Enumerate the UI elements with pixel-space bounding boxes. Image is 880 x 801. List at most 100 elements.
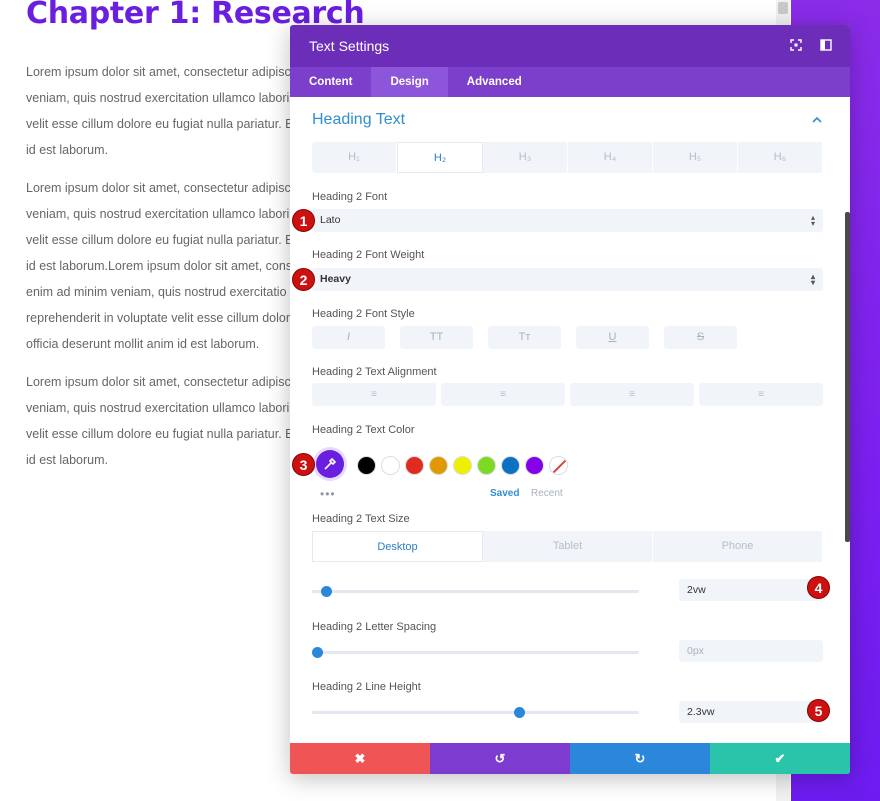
text-color-label: Heading 2 Text Color: [312, 424, 415, 436]
font-weight-select[interactable]: Heavy ▴ ▾: [312, 268, 823, 291]
save-button[interactable]: ✔: [710, 743, 850, 774]
paragraph-line: id est laborum.: [26, 143, 108, 157]
annotation-marker-5: 5: [807, 699, 830, 722]
chevron-up-icon[interactable]: [812, 115, 822, 125]
paragraph-line: velit esse cillum dolore eu fugiat nulla…: [26, 233, 290, 247]
paragraph-line: Lorem ipsum dolor sit amet, consectetur …: [26, 375, 290, 389]
line-height-slider[interactable]: [312, 707, 639, 718]
paragraph-line: veniam, quis nostrud exercitation ullamc…: [26, 91, 290, 105]
text-size-slider[interactable]: [312, 586, 639, 597]
color-swatches: [357, 456, 568, 475]
paragraph-line: officia deserunt mollit anim id est labo…: [26, 337, 260, 351]
page-heading: Chapter 1: Research: [26, 0, 365, 31]
tab-design[interactable]: Design: [371, 67, 448, 97]
align-center-button[interactable]: ≡: [441, 383, 565, 406]
device-tabs: Desktop Tablet Phone: [312, 531, 823, 562]
align-justify-button[interactable]: ≡: [699, 383, 823, 406]
tab-h6[interactable]: H₆: [738, 142, 823, 173]
paragraph-line: velit esse cillum dolore eu fugiat nulla…: [26, 427, 290, 441]
letter-spacing-slider[interactable]: [312, 647, 639, 658]
font-style-label: Heading 2 Font Style: [312, 308, 415, 320]
underline-button[interactable]: U: [576, 326, 649, 349]
align-right-button[interactable]: ≡: [570, 383, 694, 406]
swatch-white[interactable]: [381, 456, 400, 475]
letter-spacing-input[interactable]: 0px: [679, 640, 823, 662]
modal-header[interactable]: Text Settings: [290, 25, 850, 67]
text-alignment-label: Heading 2 Text Alignment: [312, 366, 437, 378]
swatch-none-icon[interactable]: [549, 456, 568, 475]
more-colors-icon[interactable]: •••: [320, 487, 336, 501]
align-left-button[interactable]: ≡: [312, 383, 436, 406]
tab-h5[interactable]: H₅: [653, 142, 738, 173]
paragraph-line: Lorem ipsum dolor sit amet, consectetur …: [26, 181, 290, 195]
section-title[interactable]: Heading Text: [312, 111, 405, 129]
swatch-blue[interactable]: [501, 456, 520, 475]
color-picker-button[interactable]: [316, 450, 344, 478]
text-size-label: Heading 2 Text Size: [312, 513, 410, 525]
modal-tabs: Content Design Advanced: [290, 67, 850, 97]
heading-level-tabs: H₁ H₂ H₃ H₄ H₅ H₆: [312, 142, 823, 173]
page-scrollbar-thumb[interactable]: [778, 2, 788, 14]
letter-spacing-label: Heading 2 Letter Spacing: [312, 621, 437, 633]
paragraph-line: veniam, quis nostrud exercitation ullamc…: [26, 207, 290, 221]
line-height-input[interactable]: 2.3vw: [679, 701, 823, 723]
italic-button[interactable]: I: [312, 326, 385, 349]
text-size-slider-handle[interactable]: [321, 586, 333, 597]
sidebar-toggle-icon[interactable]: [820, 39, 832, 51]
tab-desktop[interactable]: Desktop: [312, 531, 483, 562]
cancel-button[interactable]: ✖: [290, 743, 430, 774]
tab-h3[interactable]: H₃: [483, 142, 568, 173]
tab-advanced[interactable]: Advanced: [448, 67, 541, 97]
select-caret-icon: ▴ ▾: [810, 213, 815, 228]
modal-body: Heading Text H₁ H₂ H₃ H₄ H₅ H₆ Heading 2…: [290, 97, 850, 743]
swatch-red[interactable]: [405, 456, 424, 475]
modal-footer: ✖ ↺ ↻ ✔: [290, 743, 850, 774]
line-height-slider-handle[interactable]: [514, 707, 526, 718]
background-article: Chapter 1: Research Lorem ipsum dolor si…: [26, 0, 365, 473]
article-paragraph-2: Lorem ipsum dolor sit amet, consectetur …: [26, 175, 326, 357]
tab-h1[interactable]: H₁: [312, 142, 397, 173]
undo-button[interactable]: ↺: [430, 743, 570, 774]
font-label: Heading 2 Font: [312, 191, 388, 203]
swatch-orange[interactable]: [429, 456, 448, 475]
tab-h2[interactable]: H₂: [397, 142, 483, 173]
paragraph-line: id est laborum.: [26, 453, 108, 467]
swatch-green[interactable]: [477, 456, 496, 475]
modal-title: Text Settings: [309, 38, 390, 54]
tab-tablet[interactable]: Tablet: [483, 531, 653, 562]
recent-colors-link[interactable]: Recent: [531, 488, 563, 499]
modal-scrollbar[interactable]: [845, 212, 850, 542]
line-height-label: Heading 2 Line Height: [312, 681, 421, 693]
swatch-yellow[interactable]: [453, 456, 472, 475]
select-caret-icon: ▴ ▾: [810, 272, 815, 287]
header-icons: [790, 39, 832, 51]
paragraph-line: Lorem ipsum dolor sit amet, consectetur …: [26, 65, 290, 79]
text-alignment-buttons: ≡ ≡ ≡ ≡: [312, 383, 823, 406]
paragraph-line: reprehenderit in voluptate velit esse ci…: [26, 311, 290, 325]
font-weight-value: Heavy: [320, 273, 351, 285]
font-weight-label: Heading 2 Font Weight: [312, 249, 425, 261]
eyedropper-icon: [324, 457, 337, 470]
capitalize-button[interactable]: Tт: [488, 326, 561, 349]
tab-phone[interactable]: Phone: [653, 531, 823, 562]
annotation-marker-4: 4: [807, 576, 830, 599]
swatch-purple[interactable]: [525, 456, 544, 475]
text-size-input[interactable]: 2vw: [679, 579, 823, 601]
swatch-black[interactable]: [357, 456, 376, 475]
font-select[interactable]: Lato ▴ ▾: [312, 209, 823, 232]
article-paragraph-1: Lorem ipsum dolor sit amet, consectetur …: [26, 59, 326, 163]
redo-button[interactable]: ↻: [570, 743, 710, 774]
strikethrough-button[interactable]: S: [664, 326, 737, 349]
tab-h4[interactable]: H₄: [568, 142, 653, 173]
saved-colors-link[interactable]: Saved: [490, 488, 519, 499]
page: Chapter 1: Research Lorem ipsum dolor si…: [0, 0, 880, 801]
font-value: Lato: [320, 214, 341, 226]
tab-content[interactable]: Content: [290, 67, 371, 97]
uppercase-button[interactable]: TT: [400, 326, 473, 349]
fullscreen-icon[interactable]: [790, 39, 802, 51]
annotation-marker-3: 3: [292, 453, 315, 476]
paragraph-line: veniam, quis nostrud exercitation ullamc…: [26, 401, 290, 415]
paragraph-line: id est laborum.Lorem ipsum dolor sit ame…: [26, 259, 290, 273]
font-style-buttons: I TT Tт U S: [312, 326, 737, 349]
letter-spacing-slider-handle[interactable]: [312, 647, 323, 658]
